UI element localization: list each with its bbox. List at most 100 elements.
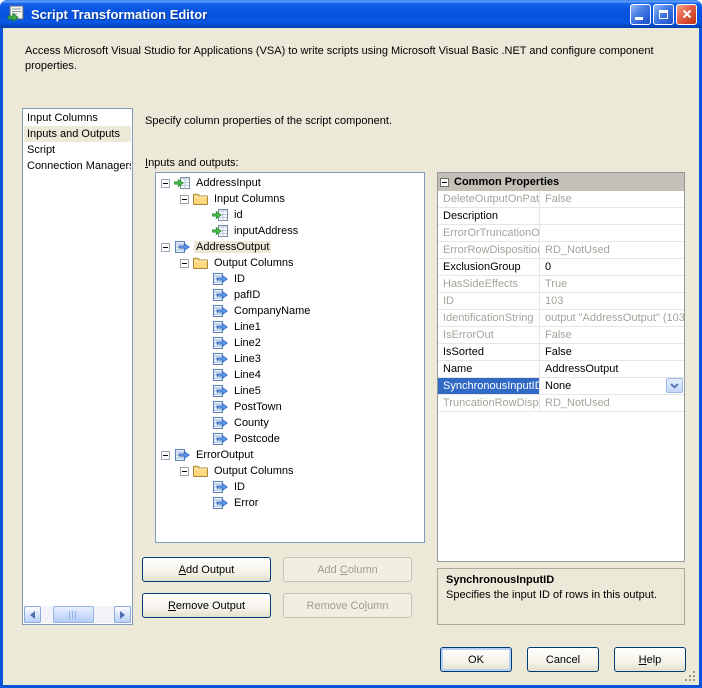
property-row-errorrowdisposition[interactable]: ErrorRowDisposition RD_NotUsed xyxy=(438,242,684,259)
property-row-iserrorout[interactable]: IsErrorOut False xyxy=(438,327,684,344)
tree-node-label: CompanyName xyxy=(234,305,311,317)
help-button[interactable]: Help xyxy=(614,647,686,672)
collapse-toggle-icon[interactable] xyxy=(180,258,189,268)
property-row-issorted[interactable]: IsSorted False xyxy=(438,344,684,361)
output-column-icon xyxy=(212,401,228,413)
tree-node-label: Line1 xyxy=(234,321,261,333)
tree-node-label: PostTown xyxy=(234,401,282,413)
collapse-toggle-icon[interactable] xyxy=(161,178,170,188)
tree-node-id[interactable]: ID xyxy=(156,479,424,495)
sidebar-item-script[interactable]: Script xyxy=(24,142,131,158)
property-value[interactable]: None xyxy=(540,378,684,394)
property-row-hassideeffects[interactable]: HasSideEffects True xyxy=(438,276,684,293)
remove-output-button[interactable]: Remove Output xyxy=(142,593,271,618)
tree-node-id[interactable]: id xyxy=(156,207,424,223)
tree-node-output-columns[interactable]: Output Columns xyxy=(156,255,424,271)
property-grid: Common Properties DeleteOutputOnPath Fals… xyxy=(437,172,685,562)
property-row-name[interactable]: Name AddressOutput xyxy=(438,361,684,378)
property-row-id[interactable]: ID 103 xyxy=(438,293,684,310)
dropdown-arrow-icon[interactable] xyxy=(666,378,683,393)
property-row-errorortruncationop[interactable]: ErrorOrTruncationOp xyxy=(438,225,684,242)
tree-node-output-columns[interactable]: Output Columns xyxy=(156,463,424,479)
property-help-text: Specifies the input ID of rows in this o… xyxy=(446,589,657,601)
tree-node-companyname[interactable]: CompanyName xyxy=(156,303,424,319)
property-row-truncationrowdispos[interactable]: TruncationRowDispos RD_NotUsed xyxy=(438,395,684,412)
output-column-icon xyxy=(212,289,228,301)
property-row-description[interactable]: Description xyxy=(438,208,684,225)
tree-node-label: ID xyxy=(234,481,245,493)
collapse-toggle-icon[interactable] xyxy=(161,242,170,252)
sidebar-item-connection-managers[interactable]: Connection Managers xyxy=(24,158,131,174)
tree-node-pafid[interactable]: pafID xyxy=(156,287,424,303)
output-column-icon xyxy=(212,481,228,493)
tree-node-label: pafID xyxy=(234,289,261,301)
maximize-button[interactable] xyxy=(653,3,674,25)
tree-node-error[interactable]: Error xyxy=(156,495,424,511)
tree-node-line5[interactable]: Line5 xyxy=(156,383,424,399)
property-name: IsSorted xyxy=(438,344,540,360)
property-name: TruncationRowDispos xyxy=(438,395,540,411)
tree-node-line2[interactable]: Line2 xyxy=(156,335,424,351)
scrollbar-thumb[interactable] xyxy=(52,606,94,623)
output-column-icon xyxy=(212,337,228,349)
resize-grip[interactable] xyxy=(684,670,697,683)
collapse-toggle-icon[interactable] xyxy=(161,450,170,460)
tree-node-inputaddress[interactable]: inputAddress xyxy=(156,223,424,239)
tree-node-id[interactable]: ID xyxy=(156,271,424,287)
property-row-synchronousinputid[interactable]: SynchronousInputID None xyxy=(438,378,684,395)
property-value: RD_NotUsed xyxy=(540,242,684,258)
tree-node-addressinput[interactable]: AddressInput xyxy=(156,175,424,191)
navigation-list: Input Columns Inputs and Outputs Script Con… xyxy=(22,108,133,625)
instruction-text: Specify column properties of the script … xyxy=(145,115,393,127)
collapse-toggle-icon[interactable] xyxy=(180,466,189,476)
tree-node-label: Postcode xyxy=(234,433,280,445)
navigation-items: Input Columns Inputs and Outputs Script Con… xyxy=(24,110,131,606)
inputs-outputs-tree: AddressInput Input Columns id inputAddress A… xyxy=(155,172,425,543)
scroll-left-button[interactable] xyxy=(24,606,41,623)
title-bar[interactable]: Script Transformation Editor xyxy=(0,0,702,28)
property-row-exclusiongroup[interactable]: ExclusionGroup 0 xyxy=(438,259,684,276)
property-category-header[interactable]: Common Properties xyxy=(438,173,684,191)
cancel-button[interactable]: Cancel xyxy=(527,647,599,672)
tree-node-input-columns[interactable]: Input Columns xyxy=(156,191,424,207)
property-row-identificationstring[interactable]: IdentificationString output "AddressOutpu… xyxy=(438,310,684,327)
sidebar-item-inputs-and-outputs[interactable]: Inputs and Outputs xyxy=(24,126,131,142)
property-value: False xyxy=(540,327,684,343)
scroll-right-icon xyxy=(120,610,125,619)
property-name: Name xyxy=(438,361,540,377)
property-value-text: False xyxy=(545,329,572,341)
sidebar-item-input-columns[interactable]: Input Columns xyxy=(24,110,131,126)
horizontal-scrollbar[interactable] xyxy=(24,606,131,623)
property-row-deleteoutputonpath[interactable]: DeleteOutputOnPath False xyxy=(438,191,684,208)
tree-node-line3[interactable]: Line3 xyxy=(156,351,424,367)
tree-node-postcode[interactable]: Postcode xyxy=(156,431,424,447)
add-output-button[interactable]: Add Output xyxy=(142,557,271,582)
tree-node-label: Output Columns xyxy=(214,257,294,269)
output-column-icon xyxy=(212,273,228,285)
property-value-text: True xyxy=(545,278,568,290)
tree-node-label: ID xyxy=(234,273,245,285)
minimize-button[interactable] xyxy=(630,3,651,25)
scrollbar-grip-icon xyxy=(68,610,78,619)
property-name: ErrorOrTruncationOp xyxy=(438,225,540,241)
output-column-icon xyxy=(212,417,228,429)
tree-node-line1[interactable]: Line1 xyxy=(156,319,424,335)
add-column-button[interactable]: Add Column xyxy=(283,557,412,582)
tree-node-posttown[interactable]: PostTown xyxy=(156,399,424,415)
property-name: IsErrorOut xyxy=(438,327,540,343)
ok-button[interactable]: OK xyxy=(440,647,512,672)
property-name: SynchronousInputID xyxy=(438,378,540,394)
collapse-icon[interactable] xyxy=(440,177,449,187)
collapse-toggle-icon[interactable] xyxy=(180,194,189,204)
scroll-right-button[interactable] xyxy=(114,606,131,623)
tree-node-line4[interactable]: Line4 xyxy=(156,367,424,383)
tree-node-erroroutput[interactable]: ErrorOutput xyxy=(156,447,424,463)
property-name: DeleteOutputOnPath xyxy=(438,191,540,207)
property-value-text: None xyxy=(545,380,572,392)
scrollbar-track[interactable] xyxy=(41,606,114,623)
property-value-text: AddressOutput xyxy=(545,363,619,375)
close-button[interactable] xyxy=(676,3,697,25)
tree-node-county[interactable]: County xyxy=(156,415,424,431)
remove-column-button[interactable]: Remove Column xyxy=(283,593,412,618)
tree-node-addressoutput[interactable]: AddressOutput xyxy=(156,239,424,255)
